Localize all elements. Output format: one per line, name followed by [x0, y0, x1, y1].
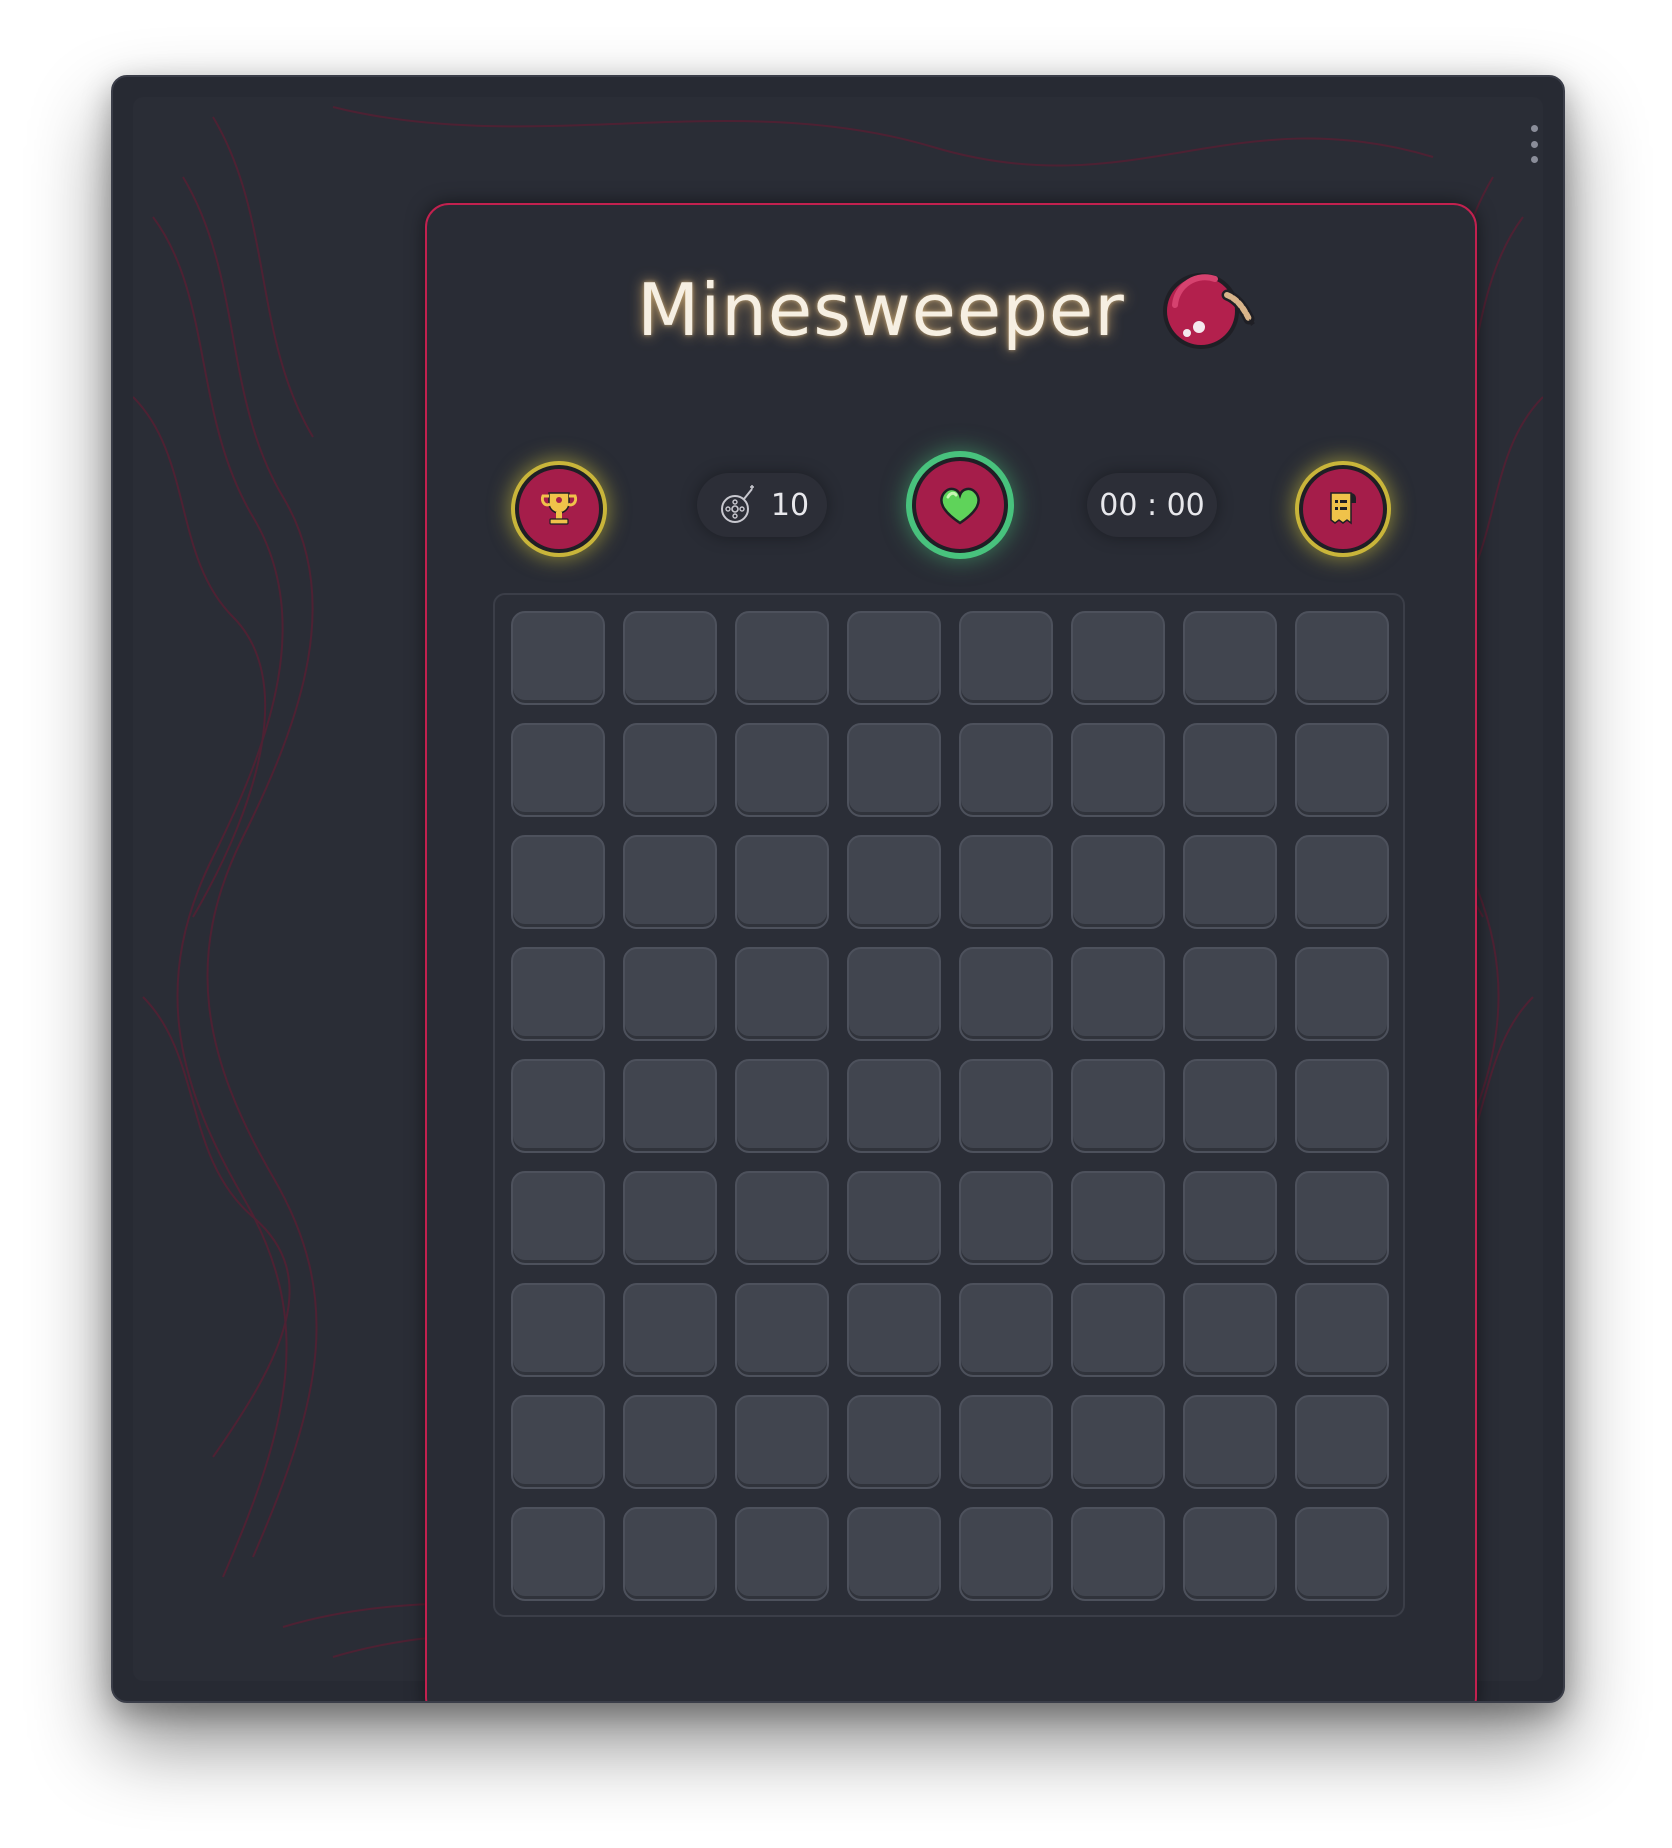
rules-scroll-icon	[1330, 492, 1356, 525]
mine-cell[interactable]	[623, 947, 717, 1041]
leaderboard-button[interactable]	[515, 465, 603, 553]
mine-cell[interactable]	[623, 723, 717, 817]
mine-cell[interactable]	[1071, 1059, 1165, 1153]
mine-cell[interactable]	[735, 1395, 829, 1489]
mine-cell[interactable]	[1295, 1507, 1389, 1601]
mine-cell[interactable]	[847, 947, 941, 1041]
mine-cell[interactable]	[1295, 1059, 1389, 1153]
mine-cell[interactable]	[959, 723, 1053, 817]
mine-cell[interactable]	[959, 835, 1053, 929]
mine-cell[interactable]	[959, 947, 1053, 1041]
mine-cell[interactable]	[1071, 1283, 1165, 1377]
mine-cell[interactable]	[735, 947, 829, 1041]
mine-cell[interactable]	[735, 1059, 829, 1153]
mine-cell[interactable]	[511, 723, 605, 817]
mine-cell[interactable]	[1071, 1507, 1165, 1601]
mine-cell[interactable]	[1183, 1059, 1277, 1153]
mine-counter: 10	[697, 473, 827, 537]
mine-cell[interactable]	[735, 723, 829, 817]
menu-dot-icon	[1530, 125, 1538, 132]
mine-cell[interactable]	[511, 1059, 605, 1153]
trophy-icon	[540, 492, 578, 525]
mine-cell[interactable]	[847, 1395, 941, 1489]
mine-cell[interactable]	[1071, 1171, 1165, 1265]
mine-cell[interactable]	[1295, 1171, 1389, 1265]
mine-cell[interactable]	[1071, 947, 1165, 1041]
bomb-logo-icon	[1162, 273, 1255, 349]
mine-cell[interactable]	[1071, 723, 1165, 817]
mine-cell[interactable]	[735, 1507, 829, 1601]
mine-cell[interactable]	[847, 1507, 941, 1601]
mine-cell[interactable]	[511, 835, 605, 929]
mine-cell[interactable]	[959, 1059, 1053, 1153]
mine-cell[interactable]	[623, 611, 717, 705]
menu-dot-icon	[1530, 156, 1538, 163]
mine-cell[interactable]	[847, 1171, 941, 1265]
mine-cell[interactable]	[1183, 1171, 1277, 1265]
title-row: Minesweeper	[427, 265, 1475, 355]
window-menu-button[interactable]	[1529, 125, 1539, 163]
mine-count: 10	[770, 487, 810, 523]
mine-cell[interactable]	[511, 1395, 605, 1489]
mine-cell[interactable]	[1295, 723, 1389, 817]
mine-cell[interactable]	[1183, 611, 1277, 705]
minefield-grid	[511, 611, 1389, 1601]
mine-cell[interactable]	[959, 611, 1053, 705]
mine-cell[interactable]	[1295, 835, 1389, 929]
mine-cell[interactable]	[511, 1171, 605, 1265]
game-panel: Minesweeper 10 00: 00	[425, 203, 1477, 1701]
game-toolbar: 10 00 : 00	[507, 453, 1395, 553]
mine-cell[interactable]	[959, 1283, 1053, 1377]
mine-cell[interactable]	[623, 1507, 717, 1601]
mine-cell[interactable]	[511, 1507, 605, 1601]
mine-cell[interactable]	[735, 835, 829, 929]
mine-cell[interactable]	[959, 1395, 1053, 1489]
mine-icon	[720, 485, 754, 523]
mine-cell[interactable]	[1183, 1395, 1277, 1489]
mine-cell[interactable]	[1071, 611, 1165, 705]
mine-cell[interactable]	[735, 611, 829, 705]
mine-cell[interactable]	[1295, 1283, 1389, 1377]
minefield-board	[493, 593, 1405, 1617]
mine-cell[interactable]	[959, 1507, 1053, 1601]
mine-cell[interactable]	[511, 947, 605, 1041]
mine-cell[interactable]	[1295, 611, 1389, 705]
heart-icon	[940, 487, 980, 525]
mine-cell[interactable]	[623, 835, 717, 929]
mine-cell[interactable]	[1183, 947, 1277, 1041]
mine-cell[interactable]	[735, 1283, 829, 1377]
mine-cell[interactable]	[1071, 835, 1165, 929]
app-window: Minesweeper 10 00: 00	[111, 75, 1565, 1703]
mine-cell[interactable]	[623, 1059, 717, 1153]
mine-cell[interactable]	[847, 835, 941, 929]
mine-cell[interactable]	[1071, 1395, 1165, 1489]
mine-cell[interactable]	[1295, 947, 1389, 1041]
status-face-button[interactable]	[912, 457, 1008, 553]
mine-cell[interactable]	[1295, 1395, 1389, 1489]
mine-cell[interactable]	[1183, 1507, 1277, 1601]
mine-cell[interactable]	[1183, 723, 1277, 817]
timer-value: 00 : 00	[1099, 487, 1205, 523]
mine-cell[interactable]	[511, 611, 605, 705]
mine-cell[interactable]	[1183, 835, 1277, 929]
menu-dot-icon	[1530, 140, 1538, 148]
mine-cell[interactable]	[511, 1283, 605, 1377]
mine-cell[interactable]	[847, 1283, 941, 1377]
mine-cell[interactable]	[847, 611, 941, 705]
rules-button[interactable]	[1299, 465, 1387, 553]
mine-cell[interactable]	[623, 1395, 717, 1489]
game-timer: 00 : 00	[1087, 473, 1217, 537]
mine-cell[interactable]	[735, 1171, 829, 1265]
mine-cell[interactable]	[847, 1059, 941, 1153]
mine-cell[interactable]	[1183, 1283, 1277, 1377]
app-title: Minesweeper	[637, 268, 1125, 352]
mine-cell[interactable]	[623, 1283, 717, 1377]
mine-cell[interactable]	[847, 723, 941, 817]
mine-cell[interactable]	[959, 1171, 1053, 1265]
mine-cell[interactable]	[623, 1171, 717, 1265]
